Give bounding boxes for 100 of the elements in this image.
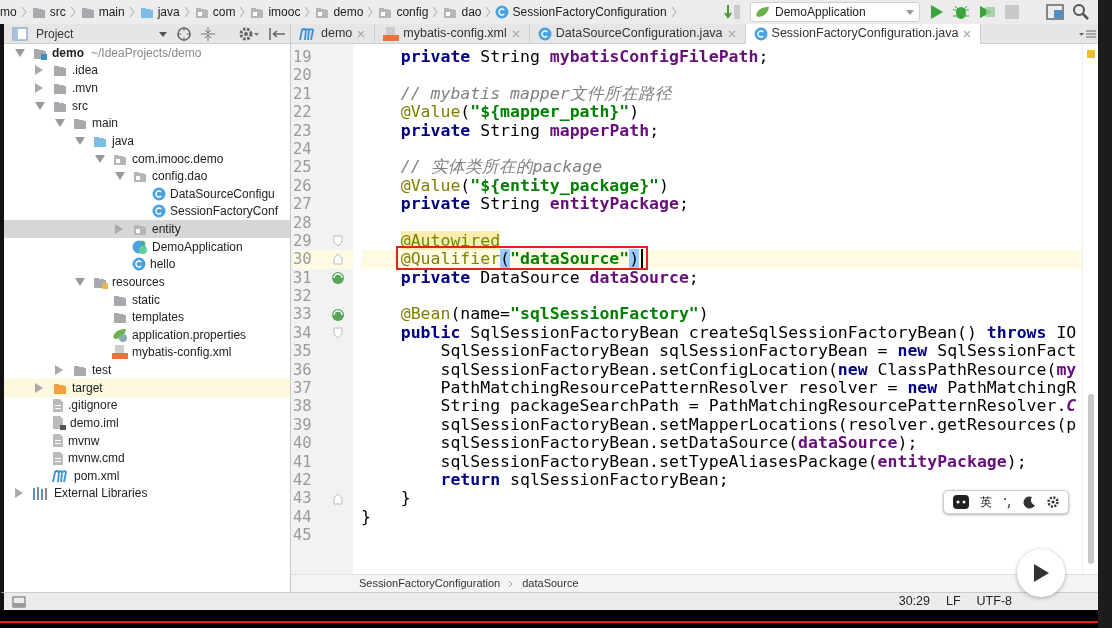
line-number: 43 xyxy=(293,489,313,508)
sort-icon xyxy=(724,4,742,20)
collapsed-arrow-icon[interactable] xyxy=(114,223,124,236)
leaf-icon xyxy=(112,326,128,343)
input-method-logo-icon[interactable] xyxy=(952,494,970,510)
run-config-dropdown[interactable]: DemoApplication xyxy=(750,2,920,22)
close-icon[interactable] xyxy=(962,28,973,39)
search-icon[interactable] xyxy=(1072,3,1090,21)
editor-tab[interactable]: demo xyxy=(291,24,376,44)
caret-icon[interactable] xyxy=(158,29,168,38)
hide-icon[interactable] xyxy=(268,25,286,42)
tree-row[interactable]: config.dao xyxy=(4,167,290,185)
breadcrumb-item[interactable]: com xyxy=(212,3,236,21)
warning-marker[interactable] xyxy=(1087,50,1095,58)
file-encoding[interactable]: UTF-8 xyxy=(976,592,1012,611)
breadcrumb-item[interactable]: main xyxy=(98,3,125,21)
video-progress-bar[interactable] xyxy=(0,610,1098,628)
breadcrumb-item[interactable]: java xyxy=(157,3,180,21)
collapsed-arrow-icon[interactable] xyxy=(14,487,24,500)
tree-label: mvnw xyxy=(68,432,100,450)
tab-list-icon[interactable] xyxy=(1078,27,1098,40)
stop-icon[interactable] xyxy=(1004,4,1020,20)
tree-row[interactable]: mvnw xyxy=(4,431,290,450)
expanded-arrow-icon[interactable] xyxy=(114,171,126,182)
punctuation-icon[interactable] xyxy=(1002,495,1012,509)
tree-label: com.imooc.demo xyxy=(132,150,224,168)
crosshair-icon[interactable] xyxy=(176,25,192,42)
tree-row[interactable]: .gitignore xyxy=(4,396,290,415)
close-icon[interactable] xyxy=(356,28,367,39)
line-separator[interactable]: LF xyxy=(946,592,961,611)
tree-row[interactable]: src xyxy=(4,96,290,115)
expanded-arrow-icon[interactable] xyxy=(94,153,106,164)
file-icon xyxy=(52,415,66,431)
structure-icon[interactable] xyxy=(1046,4,1064,20)
tree-row[interactable]: target xyxy=(4,378,290,397)
tree-row[interactable]: application.properties xyxy=(4,326,290,344)
collapsed-arrow-icon[interactable] xyxy=(54,364,64,377)
collapsed-arrow-icon[interactable] xyxy=(34,381,44,394)
breadcrumb-item[interactable]: SessionFactoryConfiguration xyxy=(359,575,501,592)
breadcrumb-item[interactable]: config xyxy=(396,3,429,21)
breadcrumb-item[interactable]: demo xyxy=(333,3,364,21)
class-icon xyxy=(132,257,146,272)
tree-row[interactable]: DataSourceConfigu xyxy=(4,185,290,203)
language-mode-toggle[interactable]: 英 xyxy=(980,493,992,511)
tab-label: DataSourceConfiguration.java xyxy=(555,25,723,43)
folder-icon xyxy=(72,363,88,378)
breadcrumb-item[interactable]: dataSource xyxy=(522,575,579,592)
breadcrumb-item[interactable]: dao xyxy=(461,3,482,21)
collapse-icon[interactable] xyxy=(200,25,216,42)
expanded-arrow-icon[interactable] xyxy=(74,135,86,146)
tree-row[interactable]: External Libraries xyxy=(4,484,290,503)
scrollbar-thumb[interactable] xyxy=(1088,394,1094,564)
breadcrumb-item[interactable]: imooc xyxy=(268,3,301,21)
line-number: 36 xyxy=(293,360,313,380)
tree-row[interactable]: pom.xml xyxy=(4,467,290,485)
tree-row[interactable]: demo ~/IdeaProjects/demo xyxy=(4,44,290,62)
debug-icon[interactable] xyxy=(952,4,970,20)
package-icon xyxy=(377,5,394,19)
tree-label: pom.xml xyxy=(74,467,120,485)
editor-tab[interactable]: DataSourceConfiguration.java xyxy=(529,24,746,44)
tree-row[interactable]: demo.iml xyxy=(4,414,290,432)
close-icon[interactable] xyxy=(510,28,521,39)
expanded-arrow-icon[interactable] xyxy=(14,47,26,58)
expanded-arrow-icon[interactable] xyxy=(54,118,66,129)
editor-tab[interactable]: mybatis-config.xml xyxy=(375,24,530,44)
collapsed-arrow-icon[interactable] xyxy=(34,64,44,77)
close-icon[interactable] xyxy=(726,28,737,39)
coverage-icon[interactable] xyxy=(978,4,996,20)
tree-row[interactable]: com.imooc.demo xyxy=(4,149,290,168)
tree-row[interactable]: DemoApplication xyxy=(4,237,290,256)
tree-row[interactable]: hello xyxy=(4,255,290,274)
code-line: public SqlSessionFactoryBean createSqlSessionFactoryBean() throws IO xyxy=(399,322,1077,342)
settings-icon[interactable] xyxy=(1046,495,1060,509)
tree-row[interactable]: entity xyxy=(4,220,290,238)
tool-window-icon[interactable] xyxy=(12,595,26,608)
tree-row[interactable]: static xyxy=(4,290,290,309)
run-icon[interactable] xyxy=(928,4,944,20)
chevron-icon xyxy=(238,5,247,19)
tree-label: .gitignore xyxy=(68,397,118,415)
play-icon xyxy=(1032,563,1050,583)
tree-row[interactable]: main xyxy=(4,114,290,133)
breadcrumb-item[interactable]: mo xyxy=(0,3,17,21)
bean-icon xyxy=(330,307,346,322)
moon-icon[interactable] xyxy=(1022,495,1036,509)
tree-row[interactable]: mvnw.cmd xyxy=(4,449,290,467)
tree-row[interactable]: java xyxy=(4,132,290,150)
tree-row[interactable]: templates xyxy=(4,308,290,326)
tree-row[interactable]: .idea xyxy=(4,61,290,80)
collapsed-arrow-icon[interactable] xyxy=(34,82,44,95)
tree-row[interactable]: SessionFactoryConf xyxy=(4,202,290,221)
breadcrumb-item[interactable]: src xyxy=(49,3,66,21)
tree-row[interactable]: resources xyxy=(4,273,290,291)
editor-tab[interactable]: SessionFactoryConfiguration.java xyxy=(745,24,982,44)
tree-row[interactable]: test xyxy=(4,361,290,379)
cursor-position[interactable]: 30:29 xyxy=(898,592,930,611)
tree-row[interactable]: mybatis-config.xml xyxy=(4,343,290,362)
expanded-arrow-icon[interactable] xyxy=(34,100,46,111)
breadcrumb-item[interactable]: SessionFactoryConfiguration xyxy=(512,3,667,21)
expanded-arrow-icon[interactable] xyxy=(74,276,86,287)
tree-row[interactable]: .mvn xyxy=(4,79,290,97)
